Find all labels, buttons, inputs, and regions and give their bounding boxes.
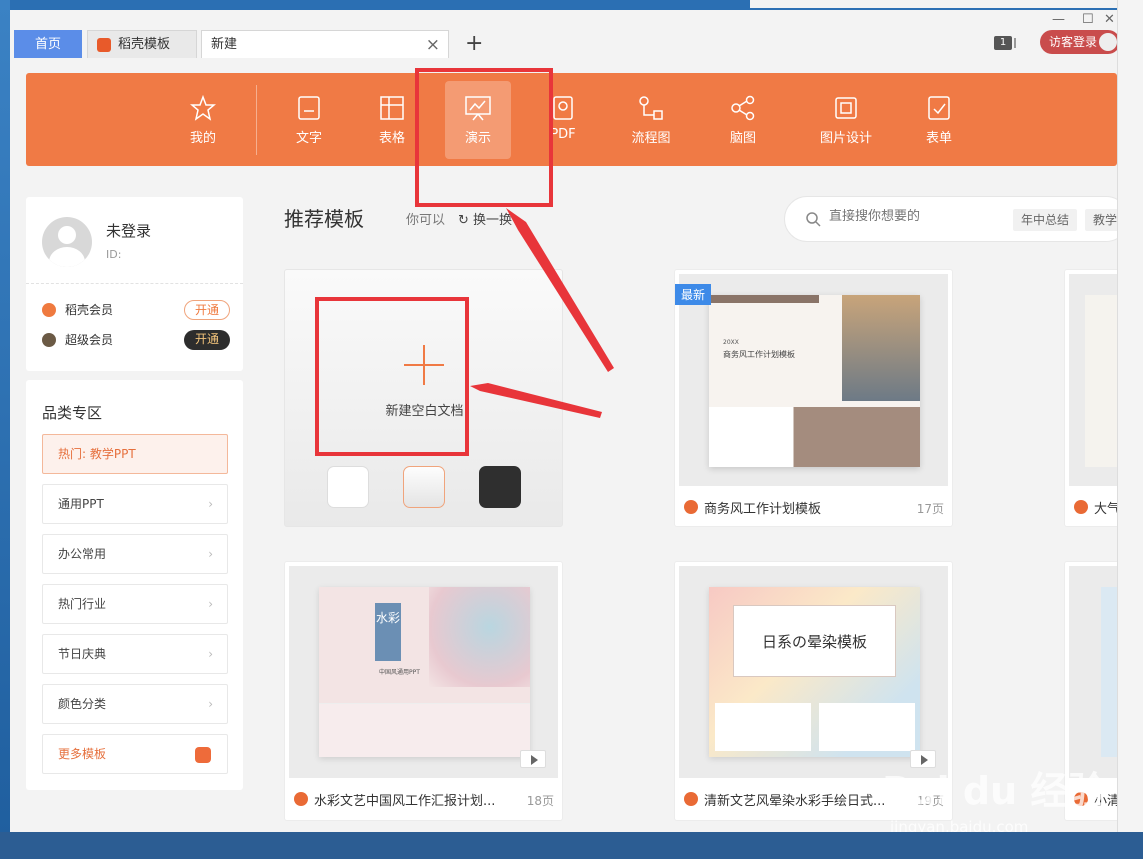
baidu-watermark-url: jingyan.baidu.com	[890, 818, 1029, 832]
wps-window: 首页 稻壳模板 新建 × + — ☐ ✕ 1 访客登录 我的 文字 表格 演示 …	[10, 10, 1117, 832]
baidu-watermark: Bai du 经验	[882, 769, 1107, 813]
taskbar	[0, 832, 1143, 859]
background-browser-bar	[750, 0, 1143, 8]
annotation-arrow-up	[506, 208, 614, 372]
desktop-background	[0, 0, 10, 859]
background-window-edge	[1117, 0, 1143, 859]
annotation-arrow-left	[470, 383, 602, 418]
annotation-arrows	[470, 208, 614, 418]
